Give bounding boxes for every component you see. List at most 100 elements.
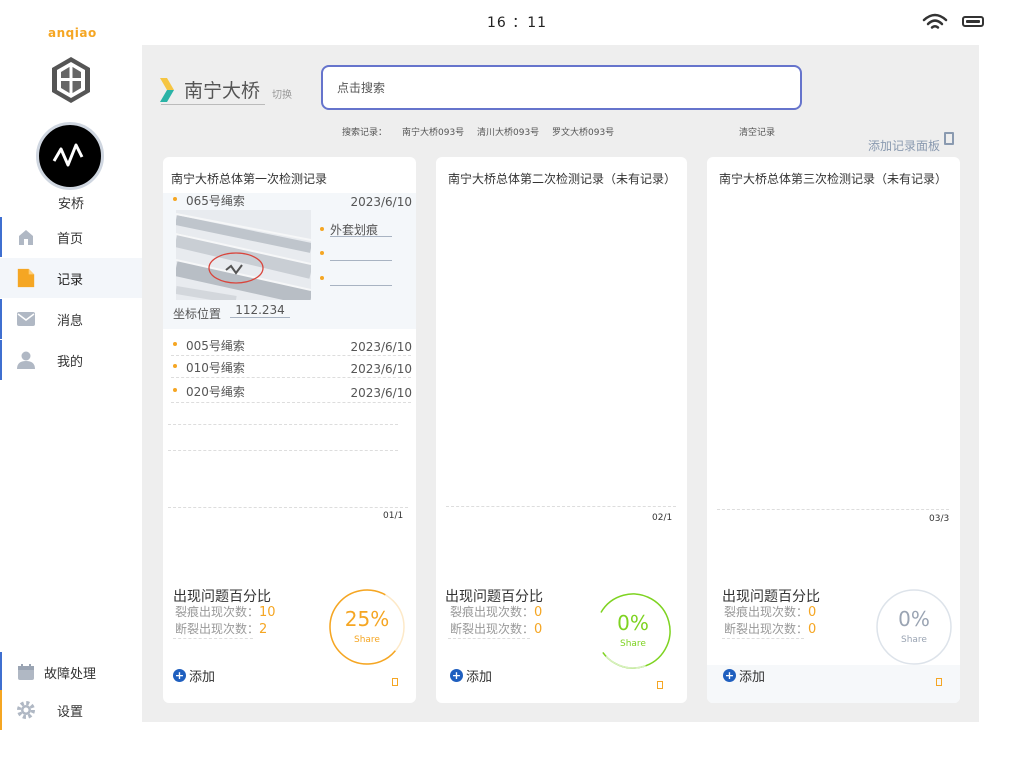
divider [171,402,411,403]
divider [171,377,411,378]
divider [168,450,398,451]
wifi-icon [922,13,948,29]
page-indicator: 01/1 [383,511,404,521]
user-icon [16,350,36,370]
cable-photo[interactable] [176,210,311,300]
bullet-dot [320,227,324,231]
document-mini-icon[interactable] [657,681,663,689]
coordinate-label: 坐标位置 [173,307,222,321]
crack-count-label: 裂痕出现次数： [175,605,260,619]
divider [448,638,530,639]
add-label: 添加 [189,670,216,685]
break-count-label: 断裂出现次数： [450,622,535,636]
add-label: 添加 [466,670,493,685]
document-icon [16,268,36,288]
clear-history-button[interactable]: 清空记录 [739,125,775,138]
break-count-label: 断裂出现次数： [175,622,260,636]
bullet-dot [320,276,324,280]
list-item[interactable]: 020号绳索 2023/6/10 [163,381,416,403]
coordinate-value: 112.234 [230,303,290,318]
crack-count-row: 裂痕出现次数：10 [175,603,276,620]
list-item[interactable]: 065号绳索 2023/6/10 [163,190,416,210]
bullet-dot [173,342,177,346]
break-count-row: 断裂出现次数：0 [450,620,542,637]
divider [171,355,411,356]
nav-accent [0,690,2,730]
break-count-row: 断裂出现次数：0 [724,620,816,637]
gear-icon [16,700,36,720]
crack-count-row: 裂痕出现次数：0 [450,603,542,620]
nav-item-messages[interactable]: 消息 [0,299,142,339]
bridge-name[interactable]: 南宁大桥 [184,76,260,103]
add-button[interactable]: + 添加 [450,666,492,685]
nav-label-settings: 设置 [57,704,84,720]
nav-accent [0,217,2,257]
add-record-panel-button[interactable]: 添加记录面板 [868,137,940,154]
share-label[interactable]: Share [593,639,673,649]
nav-item-records[interactable]: 记录 [0,258,142,298]
record-date: 2023/6/10 [350,362,412,376]
search-input[interactable] [321,65,802,110]
break-count-value: 0 [808,622,817,637]
calendar-icon [16,662,36,682]
logo-icon [52,57,90,103]
percent-value: 0% [898,607,930,631]
document-mini-icon[interactable] [936,678,942,686]
nav-item-profile[interactable]: 我的 [0,340,142,380]
avatar[interactable] [36,122,104,190]
add-circle-icon: + [723,669,736,682]
nav-item-home[interactable]: 首页 [0,217,142,257]
card-title: 南宁大桥总体第二次检测记录（未有记录） [448,172,677,186]
rope-name: 065号绳索 [186,194,245,208]
search-history-item[interactable]: 罗文大桥093号 [552,125,614,138]
bullet-dot [320,251,324,255]
bullet-dot [173,388,177,392]
nav-label-home: 首页 [57,231,84,247]
crack-count-label: 裂痕出现次数： [724,605,809,619]
list-item[interactable]: 005号绳索 2023/6/10 [163,335,416,357]
search-history-item[interactable]: 南宁大桥093号 [402,125,464,138]
bridge-underline [161,104,265,105]
nav-item-settings[interactable]: 设置 [0,690,142,730]
nav-label-records: 记录 [57,272,84,288]
brand-name: anqiao [48,26,97,40]
record-date: 2023/6/10 [350,340,412,354]
status-time: 16 ：11 [487,15,548,31]
battery-icon [962,16,984,27]
record-date: 2023/6/10 [350,195,412,209]
divider [446,506,676,507]
divider [168,424,398,425]
percent-ring: 0% Share [874,587,954,667]
issue-underline [330,285,392,286]
percent-ring: 25% Share [327,587,407,667]
user-name: 安桥 [58,197,85,212]
bullet-dot [173,364,177,368]
nav-accent [0,652,2,692]
record-date: 2023/6/10 [350,386,412,400]
rope-name: 005号绳索 [186,339,245,353]
switch-bridge-link[interactable]: 切换 [272,86,292,101]
bullet-dot [173,197,177,201]
chevron-right-icon [160,78,174,102]
share-label[interactable]: Share [327,635,407,645]
nav-label-fault-handling: 故障处理 [44,666,97,682]
document-mini-icon[interactable] [392,678,398,686]
add-button[interactable]: + 添加 [723,666,765,685]
add-circle-icon: + [173,669,186,682]
waveform-icon [52,143,84,167]
break-count-value: 2 [259,622,268,637]
add-button[interactable]: + 添加 [173,666,215,685]
expanded-record[interactable]: 065号绳索 2023/6/10 外套划痕 坐标位置 112.234 [163,193,416,329]
share-label[interactable]: Share [874,635,954,645]
break-count-label: 断裂出现次数： [724,622,809,636]
add-panel-icon[interactable] [944,132,954,145]
nav-label-profile: 我的 [57,354,84,370]
nav-accent [0,299,2,339]
rope-name: 020号绳索 [186,385,245,399]
nav-item-fault-handling[interactable]: 故障处理 [0,652,142,692]
divider [717,509,949,510]
list-item[interactable]: 010号绳索 2023/6/10 [163,357,416,379]
divider [173,638,253,639]
search-history-item[interactable]: 清川大桥093号 [477,125,539,138]
issue-underline [330,260,392,261]
